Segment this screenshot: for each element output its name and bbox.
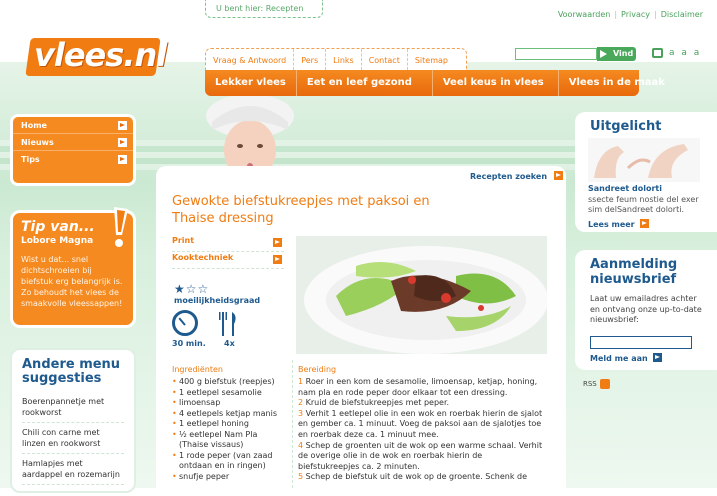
arrow-right-icon <box>273 255 282 264</box>
breadcrumb: U bent hier: Recepten <box>205 0 323 18</box>
tip-text: Wist u dat... snel dichtschroeien bij bi… <box>21 255 123 308</box>
clock-icon <box>172 310 198 336</box>
newsletter-text: Laat uw emailadres achter en ontvang onz… <box>590 294 702 324</box>
featured-title: Uitgelicht <box>590 119 662 134</box>
ingredient-item: 1 eetlepel honing <box>172 419 284 430</box>
other-menu-title: Andere menu suggesties <box>22 357 121 386</box>
arrow-right-icon <box>118 138 127 147</box>
mainnav-veel-keus[interactable]: Veel keus in vlees <box>433 70 559 96</box>
ingredient-item: 1 eetlepel sesamolie <box>172 388 284 399</box>
preparation-step: 4 Schep de groenten uit de wok op een wa… <box>298 440 543 471</box>
featured-name: Sandreet dolorti <box>588 184 662 193</box>
subnav-vraag-antwoord[interactable]: Vraag & Antwoord <box>206 49 295 70</box>
subnav-sitemap[interactable]: Sitemap <box>408 49 455 70</box>
recepten-zoeken-link[interactable]: Recepten zoeken <box>470 170 563 181</box>
preparation-step: 1 Roer in een kom de sesamolie, limoensa… <box>298 377 538 397</box>
cutlery-icon <box>219 312 236 336</box>
servings: 4x <box>224 339 235 348</box>
recipe-photo <box>296 236 547 354</box>
leftmenu-tips[interactable]: Tips <box>13 151 133 168</box>
preparation-step: 2 Kruid de biefstukreepjes met peper. <box>298 398 450 408</box>
leftmenu-nieuws[interactable]: Nieuws <box>13 134 133 151</box>
rss-label[interactable]: RSS <box>583 380 597 388</box>
main-navigation: Lekker vlees Eet en leef gezond Veel keu… <box>205 70 665 96</box>
mainnav-lekker-vlees[interactable]: Lekker vlees <box>205 70 297 96</box>
subnav-pers[interactable]: Pers <box>294 49 327 70</box>
arrow-right-icon <box>118 121 127 130</box>
email-field[interactable] <box>590 336 692 349</box>
suggestion-item[interactable]: Boerenpannetje met rookworst <box>22 392 124 423</box>
ingredient-item: limoensap <box>172 398 284 409</box>
ingredient-item: 1 rode peper (van zaad ontdaan en in rin… <box>172 451 284 472</box>
recipe-title: Gewokte biefstukreepjes met paksoi en Th… <box>172 194 430 226</box>
arrow-right-icon <box>273 238 282 247</box>
font-size-controls[interactable]: a a a <box>669 48 701 58</box>
arrow-right-icon <box>653 353 663 362</box>
preparation-section: Bereiding 1 Roer in een kom de sesamolie… <box>298 365 546 483</box>
ingredient-item: ½ eetlepel Nam Pla (Thaise vissaus) <box>172 430 284 451</box>
link-voorwaarden[interactable]: Voorwaarden <box>558 10 611 19</box>
subnav-links[interactable]: Links <box>326 49 362 70</box>
subnav-contact[interactable]: Contact <box>362 49 408 70</box>
rss-icon[interactable] <box>600 379 610 389</box>
other-menu-suggestions: Andere menu suggesties Boerenpannetje me… <box>10 348 136 493</box>
logo[interactable]: vlees.nl <box>34 36 167 74</box>
exclamation-icon <box>114 207 128 247</box>
featured-image <box>588 138 700 182</box>
sub-navigation: Vraag & Antwoord Pers Links Contact Site… <box>205 48 467 70</box>
arrow-right-icon <box>553 171 563 180</box>
column-divider <box>292 360 293 488</box>
ingredients-title: Ingrediënten <box>172 365 223 374</box>
left-menu: Home Nieuws Tips <box>10 114 136 186</box>
preparation-step: 5 Schep de biefstuk uit de wok op de gro… <box>298 472 527 482</box>
search-button[interactable]: Vind <box>597 47 636 61</box>
preparation-step: 3 Verhit 1 eetlepel olie in een wok en r… <box>298 408 543 439</box>
preparation-title: Bereiding <box>298 365 337 374</box>
mainnav-eet-en-leef-gezond[interactable]: Eet en leef gezond <box>297 70 433 96</box>
ingredient-item: 4 eetlepels ketjap manis <box>172 409 284 420</box>
top-links: Voorwaarden | Privacy | Disclaimer <box>557 10 703 19</box>
ingredients-section: Ingrediënten 400 g biefstuk (reepjes) 1 … <box>172 365 284 482</box>
search-input[interactable] <box>515 48 597 60</box>
suggestion-item[interactable]: Chili con carne met linzen en rookworst <box>22 423 124 454</box>
difficulty-label: moeilijkheidsgraad <box>174 296 261 305</box>
kooktechniek-link[interactable]: Kooktechniek <box>172 253 284 269</box>
ingredient-item: 400 g biefstuk (reepjes) <box>172 377 284 388</box>
featured-text: ssecte feum nostie del exer sim delSandr… <box>588 195 699 214</box>
difficulty-stars: ★☆☆ <box>174 282 210 296</box>
leftmenu-home[interactable]: Home <box>13 117 133 134</box>
mainnav-vlees-in-de-maak[interactable]: Vlees in de maak <box>559 70 675 96</box>
suggestion-item[interactable]: Hamlapjes met aardappel en rozemarijn <box>22 454 124 485</box>
ingredient-item: snufje peper <box>172 472 284 483</box>
arrow-right-icon <box>118 155 127 164</box>
meld-me-aan-button[interactable]: Meld me aan <box>590 352 663 363</box>
print-link[interactable]: Print <box>172 236 284 252</box>
link-disclaimer[interactable]: Disclaimer <box>661 10 703 19</box>
prep-time: 30 min. <box>172 339 206 348</box>
lees-meer-link[interactable]: Lees meer <box>588 218 650 229</box>
arrow-right-icon <box>600 50 607 58</box>
link-privacy[interactable]: Privacy <box>621 10 650 19</box>
arrow-right-icon <box>640 219 650 228</box>
newsletter-title: Aanmelding nieuwsbrief <box>590 257 678 287</box>
print-icon[interactable] <box>652 48 663 58</box>
